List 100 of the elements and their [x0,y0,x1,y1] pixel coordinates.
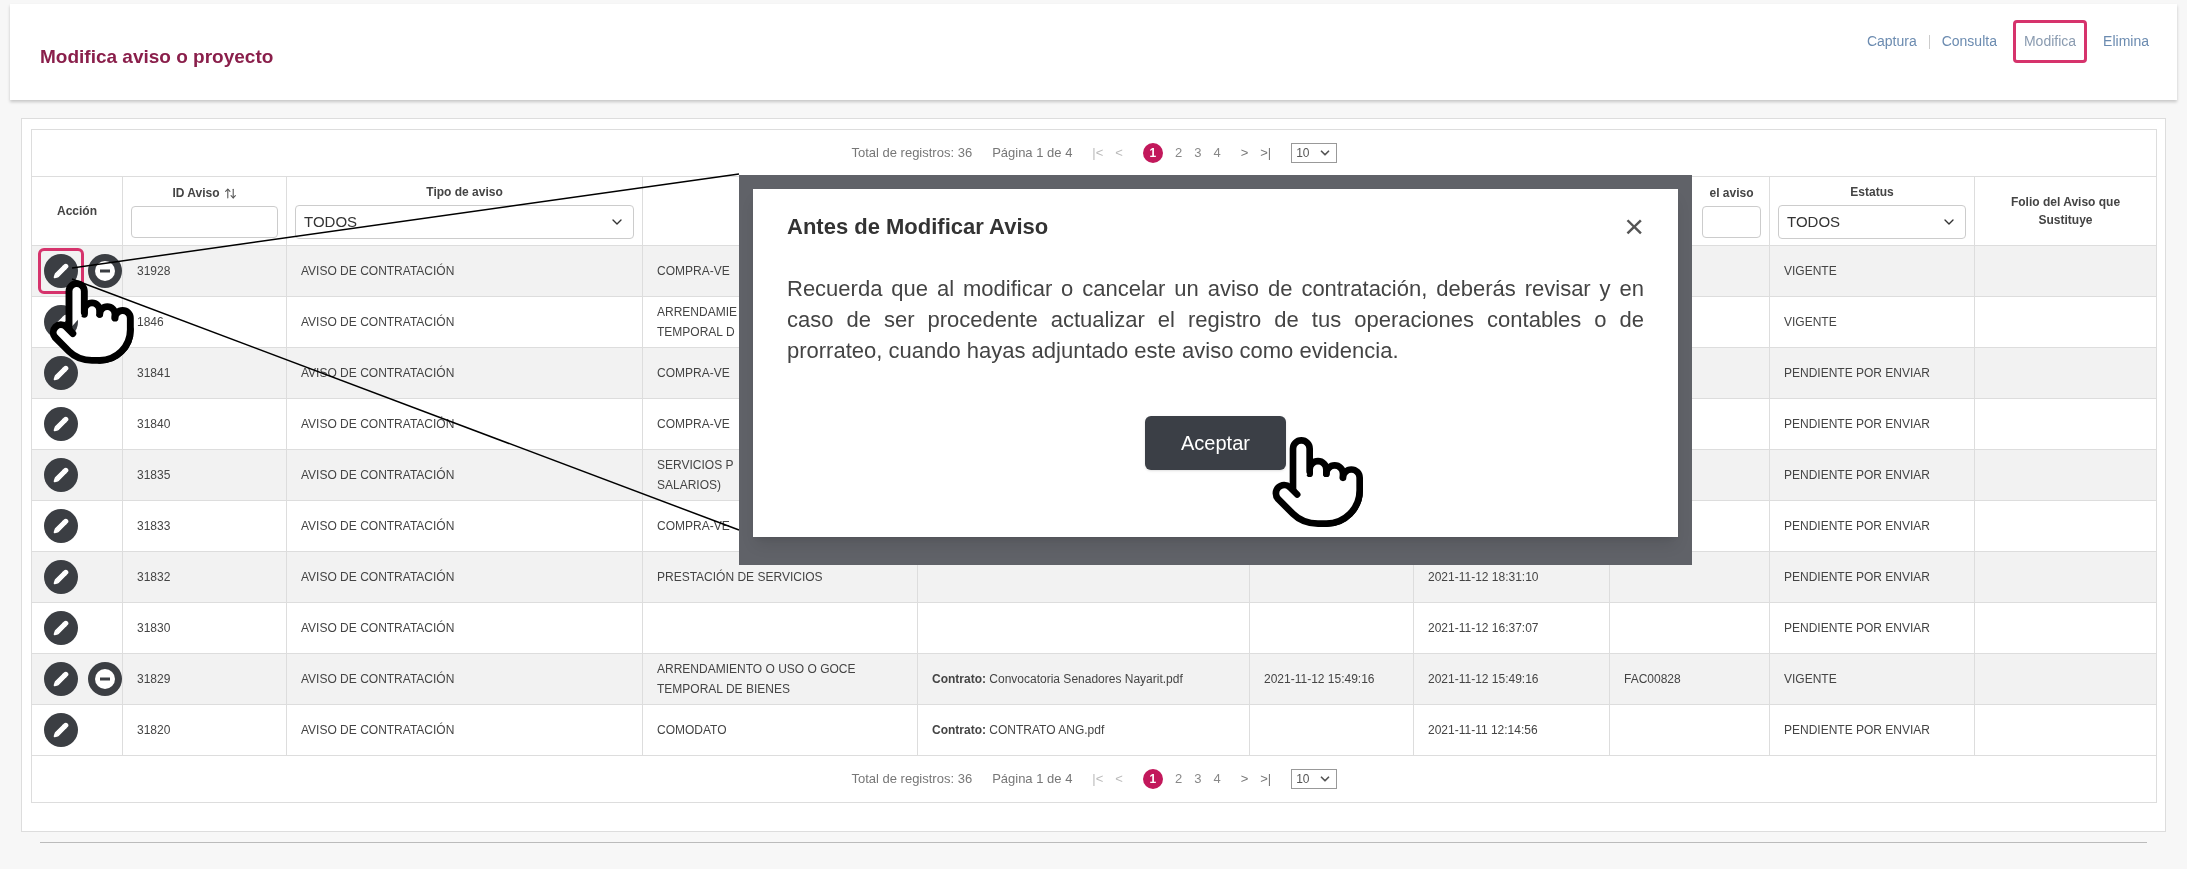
modal-title: Antes de Modificar Aviso [787,212,1049,241]
table-cell-text: COMPRA-VE [657,365,730,382]
table-cell-text: PENDIENTE POR ENVIAR [1784,569,1931,586]
pencil-icon [53,722,69,738]
table-cell-text: ARRENDAMIE TEMPORAL D [657,304,737,341]
table-cell-text: 31832 [137,569,171,586]
edit-button[interactable] [44,509,78,543]
table-cell-text: SERVICIOS P SALARIOS) [657,457,734,494]
last-page-link[interactable]: >| [1260,769,1272,789]
table-cell-text: COMPRA-VE [657,416,730,433]
table-cell-text: 31820 [137,722,171,739]
edit-button[interactable] [44,662,78,696]
modal-message: Recuerda que al modificar o cancelar un aviso de contratación, deberás revisar y en caso de ser procedente actualizar el registro de tus operaciones contables o de prorrateo, cuando hayas adjuntado este aviso como evidencia. [787,275,1644,365]
page-link[interactable]: 4 [1213,769,1221,789]
table-cell-text: COMPRA-VE [657,263,730,280]
table-cell-text: 31840 [137,416,171,433]
total-records: Total de registros: 36 [851,144,973,163]
minus-circle-icon [95,669,115,689]
page-link[interactable]: 1 [1142,143,1163,163]
table-cell-text: 31841 [137,365,171,382]
total-records: Total de registros: 36 [851,770,973,789]
table-cell-text: AVISO DE CONTRATACIÓN [301,262,455,280]
cancel-button[interactable] [88,662,122,696]
page-info: Página 1 de 4 [992,144,1073,163]
table-cell-text: PENDIENTE POR ENVIAR [1784,467,1931,484]
first-page-link[interactable]: |< [1092,143,1104,163]
sort-icon[interactable] [223,186,237,200]
pencil-icon [53,518,69,534]
table-cell-text: FAC00828 [1624,671,1681,688]
accept-button[interactable]: Aceptar [1145,416,1286,470]
last-page-link[interactable]: >| [1260,143,1272,163]
table-cell-text: PENDIENTE POR ENVIAR [1784,518,1931,535]
filter-input[interactable] [131,206,278,238]
page-link[interactable]: 3 [1194,769,1202,789]
table-cell-text: AVISO DE CONTRATACIÓN [301,721,455,739]
column-header: Tipo de aviso [426,184,503,201]
table-cell-text: PRESTACIÓN DE SERVICIOS [657,568,823,586]
table-cell-text: 2021-11-11 12:14:56 [1428,722,1538,739]
table-cell-text: 31833 [137,518,171,535]
table-cell-text: VIGENTE [1784,263,1837,280]
table-cell-text: 2021-11-12 16:37:07 [1428,620,1539,637]
edit-button[interactable] [44,254,78,288]
nav-link[interactable]: Captura [1858,23,1925,60]
table-cell-text: PENDIENTE POR ENVIAR [1784,722,1931,739]
edit-button[interactable] [44,611,78,645]
table-cell-text: AVISO DE CONTRATACIÓN [301,313,455,331]
next-page-link[interactable]: > [1240,143,1249,163]
table-cell-text: VIGENTE [1784,314,1837,331]
column-header: Folio del Aviso que Sustituye [2009,194,2122,229]
previous-page-link[interactable]: < [1115,769,1123,789]
page-size-select[interactable]: 10 [1291,769,1337,789]
filter-input[interactable] [1702,206,1761,238]
page-link[interactable]: 2 [1174,769,1183,789]
nav-link[interactable]: Elimina [2095,23,2157,60]
table-cell-text: AVISO DE CONTRATACIÓN [301,568,455,586]
edit-button[interactable] [44,713,78,747]
table-cell-text: AVISO DE CONTRATACIÓN [301,415,455,433]
edit-button[interactable] [44,560,78,594]
table-cell-text: COMODATO [657,722,727,739]
close-button[interactable]: × [1624,209,1644,243]
page-info: Página 1 de 4 [992,770,1073,789]
cancel-button[interactable] [88,254,122,288]
filter-select[interactable]: TODOS [1778,205,1966,239]
page-link[interactable]: 3 [1194,143,1202,163]
table-cell-text: AVISO DE CONTRATACIÓN [301,466,455,484]
column-header: Acción [57,203,97,220]
edit-button[interactable] [44,407,78,441]
table-cell-text: AVISO DE CONTRATACIÓN [301,517,455,535]
column-header: Estatus [1850,184,1894,201]
page-link[interactable]: 2 [1174,143,1183,163]
table-cell-text: PENDIENTE POR ENVIAR [1784,620,1931,637]
page-title: Modifica aviso o proyecto [40,44,274,69]
edit-button[interactable] [44,458,78,492]
pencil-icon [53,365,69,381]
table-cell-text: 1846 [137,314,164,331]
table-cell-text: 2021-11-12 15:49:16 [1264,671,1375,688]
table-cell-text: 31835 [137,467,171,484]
page-link[interactable]: 4 [1213,143,1221,163]
nav-link[interactable]: Modifica [2012,20,2088,63]
pencil-icon [53,416,69,432]
table-cell-text: AVISO DE CONTRATACIÓN [301,619,455,637]
page-link[interactable]: 1 [1142,769,1163,789]
page-size-select[interactable]: 10 [1291,143,1337,163]
table-cell-text: COMPRA-VE [657,518,730,535]
pencil-icon [53,620,69,636]
previous-page-link[interactable]: < [1115,143,1123,163]
table-cell-text: ARRENDAMIENTO O USO O GOCE TEMPORAL DE BIENES [657,661,856,698]
nav-link[interactable]: Consulta [1933,23,2005,60]
table-cell-text: VIGENTE [1784,671,1837,688]
filter-select[interactable]: TODOS [295,205,634,239]
table-cell-text: 31829 [137,671,171,688]
next-page-link[interactable]: > [1240,769,1249,789]
first-page-link[interactable]: |< [1092,769,1104,789]
table-cell-text: 31928 [137,263,171,280]
table-cell-text: Contrato: CONTRATO ANG.pdf [932,722,1105,739]
pencil-icon [53,569,69,585]
table-cell-text: 2021-11-12 18:31:10 [1428,569,1539,586]
table-cell-text: PENDIENTE POR ENVIAR [1784,365,1931,382]
table-cell-text: 2021-11-12 15:49:16 [1428,671,1539,688]
pencil-icon [53,263,69,279]
